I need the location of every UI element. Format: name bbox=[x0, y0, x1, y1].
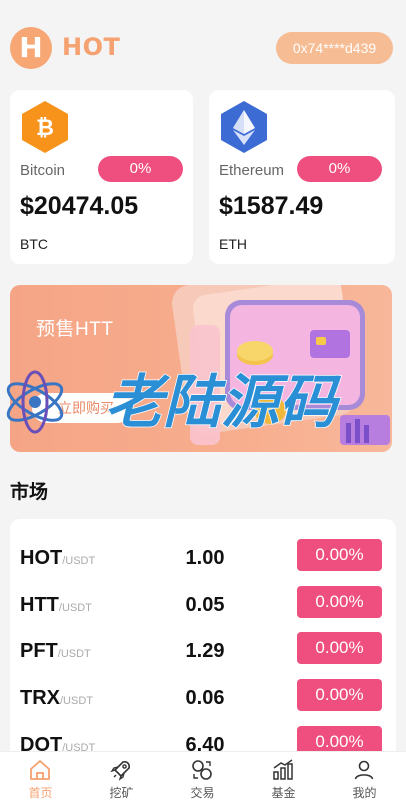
rocket-icon bbox=[110, 761, 130, 781]
ethereum-icon bbox=[221, 101, 267, 153]
profile-icon bbox=[354, 760, 374, 780]
coin-name: Bitcoin bbox=[20, 162, 66, 179]
wallet-illustration bbox=[172, 285, 390, 445]
market-section-title: 市场 bbox=[10, 482, 49, 503]
wallet-address-button[interactable]: 0x74****d439 bbox=[276, 32, 393, 64]
market-pair: PFT/USDT bbox=[20, 640, 91, 663]
coin-change-badge: 0% bbox=[297, 156, 382, 182]
nav-item-fund[interactable]: 基金 bbox=[243, 752, 324, 801]
presale-banner[interactable]: 预售HTT 立即购买 bbox=[10, 285, 392, 452]
fund-chart-icon bbox=[273, 759, 293, 780]
logo-letter: H bbox=[19, 31, 43, 64]
market-list: HOT/USDT 1.00 0.00% HTT/USDT 0.05 0.00% … bbox=[10, 519, 396, 759]
market-base: HTT bbox=[20, 594, 59, 616]
bottom-nav: 首页 挖矿 交易 基金 我的 bbox=[0, 751, 406, 801]
market-base: PFT bbox=[20, 640, 58, 662]
brand-name: HOT bbox=[62, 33, 121, 61]
coin-price: $20474.05 bbox=[20, 192, 139, 220]
nav-item-trade[interactable]: 交易 bbox=[162, 752, 243, 801]
svg-text:₿: ₿ bbox=[36, 116, 54, 141]
market-change-badge: 0.00% bbox=[297, 539, 382, 571]
nav-label: 交易 bbox=[190, 786, 215, 800]
market-change-badge: 0.00% bbox=[297, 586, 382, 618]
market-pair: HTT/USDT bbox=[20, 594, 92, 617]
market-price: 1.29 bbox=[185, 640, 225, 662]
coin-card-eth[interactable]: Ethereum 0% $1587.49 ETH bbox=[209, 90, 395, 264]
bitcoin-icon: ₿ bbox=[22, 101, 68, 153]
coin-name: Ethereum bbox=[219, 162, 285, 179]
coin-card-btc[interactable]: ₿ Bitcoin 0% $20474.05 BTC bbox=[10, 90, 193, 264]
app-header: H HOT 0x74****d439 bbox=[0, 0, 406, 90]
exchange-icon bbox=[192, 760, 212, 780]
coin-price: $1587.49 bbox=[219, 192, 324, 220]
market-change-badge: 0.00% bbox=[297, 632, 382, 664]
coin-symbol: BTC bbox=[20, 236, 48, 252]
market-price: 1.00 bbox=[185, 547, 225, 569]
nav-label: 首页 bbox=[28, 786, 53, 800]
market-pair: TRX/USDT bbox=[20, 687, 93, 710]
nav-label: 我的 bbox=[352, 786, 377, 800]
nav-item-home[interactable]: 首页 bbox=[0, 752, 81, 801]
market-row[interactable]: PFT/USDT 1.29 0.00% bbox=[10, 632, 396, 672]
market-price: 0.05 bbox=[185, 594, 225, 616]
market-row[interactable]: TRX/USDT 0.06 0.00% bbox=[10, 679, 396, 719]
market-quote: /USDT bbox=[60, 695, 93, 707]
market-change-badge: 0.00% bbox=[297, 679, 382, 711]
coin-change-badge: 0% bbox=[98, 156, 183, 182]
buy-now-button[interactable]: 立即购买 bbox=[32, 393, 132, 423]
nav-item-mining[interactable]: 挖矿 bbox=[81, 752, 162, 801]
market-quote: /USDT bbox=[57, 648, 91, 660]
market-pair: HOT/USDT bbox=[20, 547, 95, 570]
nav-label: 挖矿 bbox=[109, 786, 134, 800]
market-quote: /USDT bbox=[58, 602, 92, 614]
market-row[interactable]: HOT/USDT 1.00 0.00% bbox=[10, 539, 396, 579]
market-base: HOT bbox=[20, 547, 63, 569]
app-logo: H bbox=[10, 27, 52, 69]
coin-symbol: ETH bbox=[219, 236, 247, 252]
market-price: 0.06 bbox=[185, 687, 225, 709]
nav-label: 基金 bbox=[271, 786, 296, 800]
market-quote: /USDT bbox=[62, 555, 96, 567]
banner-title: 预售HTT bbox=[36, 319, 114, 340]
market-row[interactable]: HTT/USDT 0.05 0.00% bbox=[10, 586, 396, 626]
nav-item-profile[interactable]: 我的 bbox=[324, 752, 405, 801]
home-icon bbox=[30, 760, 50, 780]
market-base: TRX bbox=[20, 687, 60, 709]
